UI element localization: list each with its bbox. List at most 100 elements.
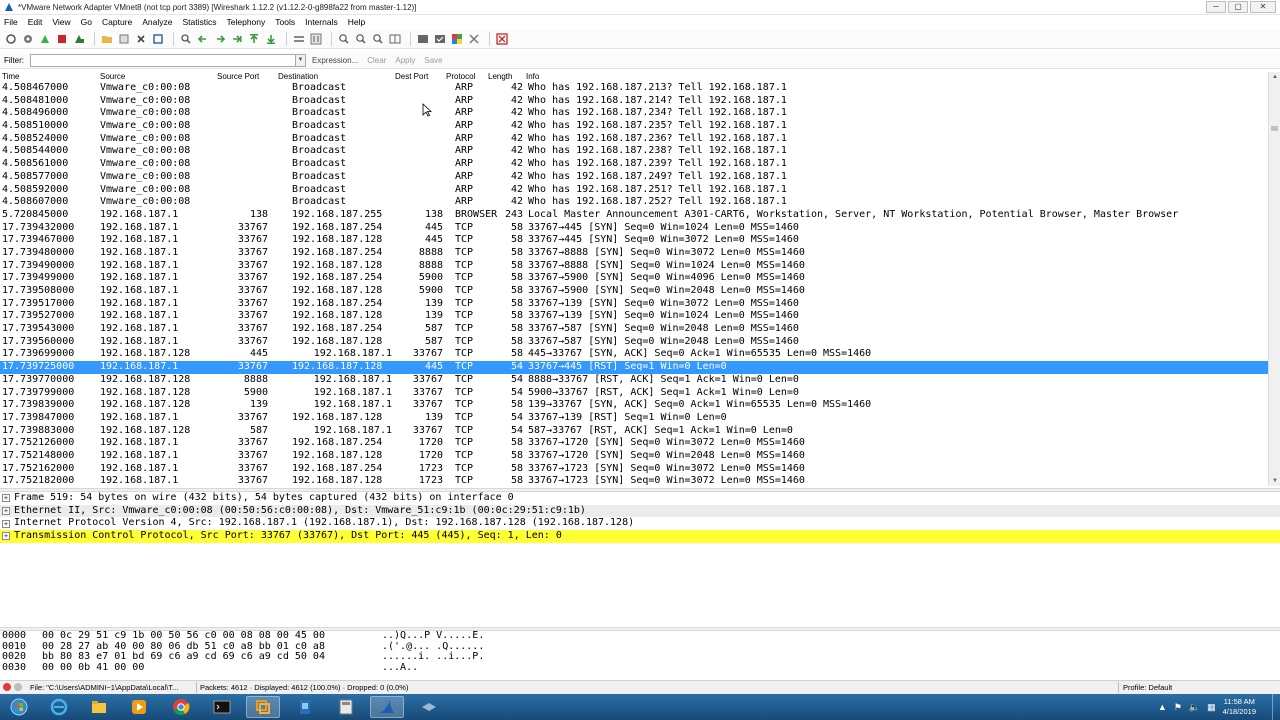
packet-row[interactable]: 17.739499000 192.168.187.1 33767 192.168.18…	[0, 272, 1268, 285]
menu-go[interactable]: Go	[81, 17, 92, 27]
menu-file[interactable]: File	[4, 17, 18, 27]
expand-icon[interactable]: +	[2, 494, 10, 503]
menu-help[interactable]: Help	[348, 17, 365, 27]
detail-row-tcp[interactable]: + Transmission Control Protocol, Src Port…	[0, 530, 1280, 543]
close-button[interactable]: ✕	[1250, 1, 1276, 13]
start-capture-icon[interactable]	[38, 32, 52, 46]
packet-row[interactable]: 4.508496000 Vmware_c0:00:08 Broadcast ARP 42…	[0, 107, 1268, 120]
save-file-icon[interactable]	[117, 32, 131, 46]
column-header-destination[interactable]: Destination	[278, 72, 318, 81]
packet-row[interactable]: 17.739527000 192.168.187.1 33767 192.168.18…	[0, 310, 1268, 323]
packet-row[interactable]: 4.508544000 Vmware_c0:00:08 Broadcast ARP 42…	[0, 145, 1268, 158]
column-header-info[interactable]: Info	[526, 72, 539, 81]
packet-row[interactable]: 17.739725000 192.168.187.1 33767 192.168.18…	[0, 361, 1268, 374]
stop-capture-icon[interactable]	[55, 32, 69, 46]
menu-view[interactable]: View	[52, 17, 70, 27]
options-icon[interactable]	[21, 32, 35, 46]
detail-row-ip[interactable]: + Internet Protocol Version 4, Src: 192.1…	[0, 517, 1280, 530]
interfaces-icon[interactable]	[4, 32, 18, 46]
column-header-length[interactable]: Length	[488, 72, 512, 81]
bytes-row[interactable]: 0020 bb 80 83 e7 01 bd 69 c6 a9 cd 69 c6 …	[0, 651, 1280, 663]
packet-row[interactable]: 4.508524000 Vmware_c0:00:08 Broadcast ARP 42…	[0, 133, 1268, 146]
packet-row[interactable]: 17.739560000 192.168.187.1 33767 192.168.18…	[0, 336, 1268, 349]
packet-row[interactable]: 17.739839000 192.168.187.128 139 192.168.18…	[0, 399, 1268, 412]
packet-row[interactable]: 4.508577000 Vmware_c0:00:08 Broadcast ARP 42…	[0, 171, 1268, 184]
zoom-in-icon[interactable]	[337, 32, 351, 46]
menu-capture[interactable]: Capture	[102, 17, 132, 27]
column-header-source-port[interactable]: Source Port	[217, 72, 259, 81]
media-player-icon[interactable]	[122, 696, 156, 718]
menu-internals[interactable]: Internals	[305, 17, 338, 27]
packet-row[interactable]: 4.508510000 Vmware_c0:00:08 Broadcast ARP 42…	[0, 120, 1268, 133]
packet-row[interactable]: 17.752148000 192.168.187.1 33767 192.168.18…	[0, 450, 1268, 463]
go-back-icon[interactable]	[196, 32, 210, 46]
flag-icon[interactable]: ⚑	[1174, 702, 1182, 713]
detail-row-frame[interactable]: + Frame 519: 54 bytes on wire (432 bits),…	[0, 492, 1280, 505]
colorize-icon[interactable]	[292, 32, 306, 46]
menu-analyze[interactable]: Analyze	[142, 17, 172, 27]
expand-icon[interactable]: +	[2, 507, 10, 516]
packet-row[interactable]: 17.752182000 192.168.187.1 33767 192.168.18…	[0, 475, 1268, 486]
menu-telephony[interactable]: Telephony	[227, 17, 266, 27]
column-header-protocol[interactable]: Protocol	[446, 72, 475, 81]
packet-row[interactable]: 4.508467000 Vmware_c0:00:08 Broadcast ARP 42…	[0, 82, 1268, 95]
show-hidden-icons-icon[interactable]: ▲	[1158, 702, 1167, 712]
packet-row[interactable]: 17.739480000 192.168.187.1 33767 192.168.18…	[0, 247, 1268, 260]
restart-capture-icon[interactable]	[72, 32, 86, 46]
minimize-button[interactable]: ─	[1206, 1, 1226, 13]
calculator-icon[interactable]	[329, 696, 363, 718]
packet-row[interactable]: 4.508481000 Vmware_c0:00:08 Broadcast ARP 42…	[0, 95, 1268, 108]
apply-button[interactable]: Apply	[395, 56, 415, 65]
coloring-rules-icon[interactable]	[450, 32, 464, 46]
column-header-source[interactable]: Source	[100, 72, 125, 81]
packet-row[interactable]: 5.720845000 192.168.187.1 138 192.168.187.2…	[0, 209, 1268, 222]
packet-row[interactable]: 17.739517000 192.168.187.1 33767 192.168.18…	[0, 298, 1268, 311]
packet-row[interactable]: 17.739543000 192.168.187.1 33767 192.168.18…	[0, 323, 1268, 336]
normal-size-icon[interactable]	[371, 32, 385, 46]
bytes-row[interactable]: 0030 00 00 0b 41 00 00 ...A..	[0, 662, 1280, 674]
expand-icon[interactable]: +	[2, 532, 10, 541]
zoom-out-icon[interactable]	[354, 32, 368, 46]
packet-row[interactable]: 4.508607000 Vmware_c0:00:08 Broadcast ARP 42…	[0, 196, 1268, 209]
packet-row[interactable]: 17.752126000 192.168.187.1 33767 192.168.18…	[0, 437, 1268, 450]
menu-statistics[interactable]: Statistics	[182, 17, 216, 27]
go-to-packet-icon[interactable]	[230, 32, 244, 46]
packet-row[interactable]: 17.739490000 192.168.187.1 33767 192.168.18…	[0, 260, 1268, 273]
display-filters-icon[interactable]	[433, 32, 447, 46]
wireshark-taskbar-icon[interactable]	[370, 696, 404, 718]
packet-row[interactable]: 17.739799000 192.168.187.128 5900 192.168.1…	[0, 387, 1268, 400]
expand-icon[interactable]: +	[2, 519, 10, 528]
expression-button[interactable]: Expression...	[312, 56, 358, 65]
open-file-icon[interactable]	[100, 32, 114, 46]
show-desktop-button[interactable]	[1272, 694, 1280, 720]
scroll-up-icon[interactable]: ▲	[1269, 72, 1280, 82]
capture-filters-icon[interactable]	[416, 32, 430, 46]
packet-row[interactable]: 17.739432000 192.168.187.1 33767 192.168.18…	[0, 222, 1268, 235]
find-packet-icon[interactable]	[179, 32, 193, 46]
menu-edit[interactable]: Edit	[28, 17, 43, 27]
save-button[interactable]: Save	[424, 56, 442, 65]
packet-list[interactable]: 4.508467000 Vmware_c0:00:08 Broadcast ARP 42…	[0, 82, 1268, 486]
packet-row[interactable]: 4.508592000 Vmware_c0:00:08 Broadcast ARP 42…	[0, 184, 1268, 197]
clear-button[interactable]: Clear	[367, 56, 386, 65]
packet-list-scrollbar[interactable]: ▲ ▼	[1268, 72, 1280, 486]
go-last-icon[interactable]	[264, 32, 278, 46]
command-prompt-icon[interactable]	[205, 696, 239, 718]
clock[interactable]: 11:58 AM 4/18/2019	[1223, 697, 1256, 717]
volume-icon[interactable]: 🔈	[1189, 702, 1200, 713]
column-header-time[interactable]: Time	[2, 72, 19, 81]
go-forward-icon[interactable]	[213, 32, 227, 46]
status-profile[interactable]: Profile: Default	[1123, 683, 1172, 692]
packet-row[interactable]: 17.739508000 192.168.187.1 33767 192.168.18…	[0, 285, 1268, 298]
detail-row-ethernet[interactable]: + Ethernet II, Src: Vmware_c0:00:08 (00:5…	[0, 504, 1280, 518]
scrollbar-thumb[interactable]	[1271, 126, 1278, 131]
start-button[interactable]	[2, 696, 36, 718]
explorer-icon[interactable]	[82, 696, 116, 718]
expert-info-icon[interactable]	[3, 683, 11, 691]
ie-icon[interactable]	[42, 696, 76, 718]
column-header-dest-port[interactable]: Dest Port	[395, 72, 428, 81]
network-app-icon[interactable]	[288, 696, 322, 718]
chrome-icon[interactable]	[164, 696, 198, 718]
packet-row[interactable]: 17.739467000 192.168.187.1 33767 192.168.18…	[0, 234, 1268, 247]
help-icon[interactable]	[495, 32, 509, 46]
